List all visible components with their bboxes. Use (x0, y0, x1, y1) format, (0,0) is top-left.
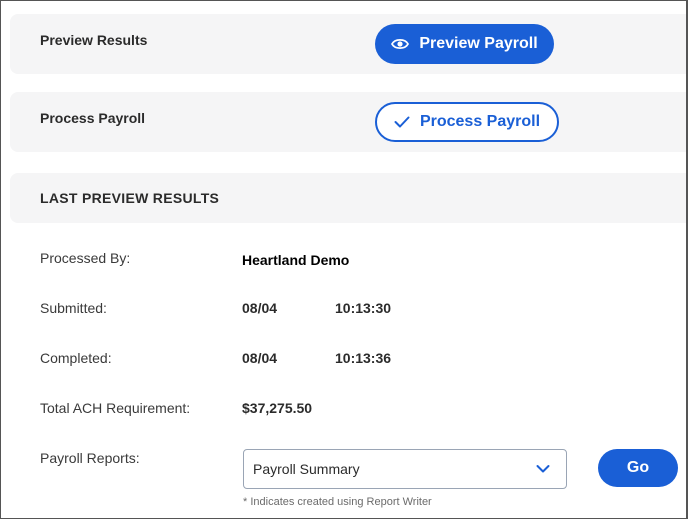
processed-by-value: Heartland Demo (242, 252, 350, 268)
total-ach-value: $37,275.50 (242, 400, 313, 416)
submitted-label: Submitted: (40, 300, 107, 316)
preview-payroll-label: Preview Payroll (419, 35, 538, 52)
preview-results-label: Preview Results (40, 32, 148, 48)
completed-label: Completed: (40, 350, 112, 366)
payroll-reports-label: Payroll Reports: (40, 450, 140, 466)
go-button[interactable]: Go (598, 449, 678, 487)
preview-payroll-button[interactable]: Preview Payroll (375, 24, 554, 64)
section-heading: LAST PREVIEW RESULTS (40, 190, 220, 206)
check-icon (394, 116, 410, 128)
go-button-label: Go (626, 459, 650, 476)
payroll-reports-select[interactable]: Payroll Summary (243, 449, 567, 489)
payroll-reports-selected: Payroll Summary (253, 461, 360, 477)
last-preview-results-header: LAST PREVIEW RESULTS (10, 173, 686, 223)
process-payroll-button-label: Process Payroll (419, 113, 541, 130)
submitted-date: 08/04 (242, 300, 278, 316)
process-payroll-label: Process Payroll (40, 110, 146, 126)
submitted-time: 10:13:30 (335, 300, 392, 316)
processed-by-label: Processed By: (40, 250, 131, 266)
payroll-window: Preview Results Preview Payroll Process … (0, 0, 688, 519)
eye-icon (391, 37, 410, 51)
completed-time: 10:13:36 (335, 350, 392, 366)
total-ach-label: Total ACH Requirement: (40, 400, 191, 416)
completed-date: 08/04 (242, 350, 278, 366)
preview-results-panel: Preview Results (10, 14, 686, 74)
report-writer-note: * Indicates created using Report Writer (243, 496, 432, 508)
process-payroll-button[interactable]: Process Payroll (375, 102, 559, 142)
process-payroll-panel: Process Payroll (10, 92, 686, 152)
chevron-down-icon (536, 462, 550, 479)
